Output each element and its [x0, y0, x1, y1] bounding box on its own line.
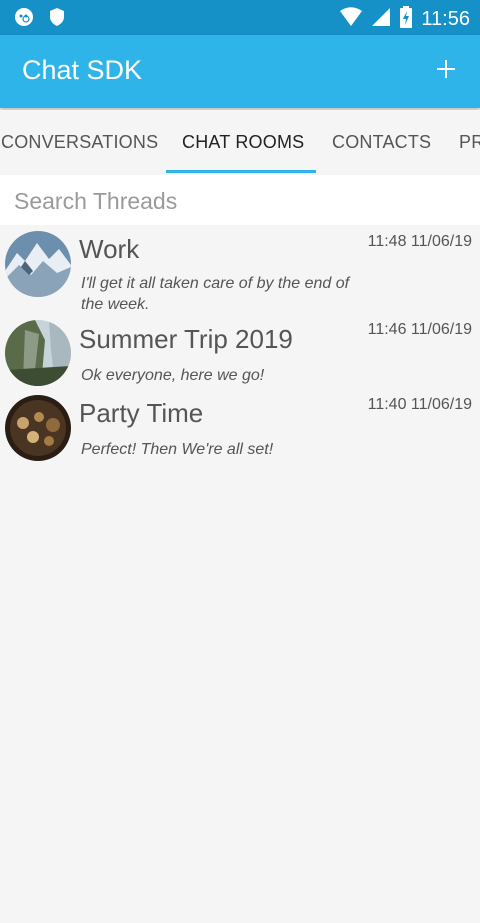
tab-conversations[interactable]: CONVERSATIONS — [1, 132, 158, 153]
thread-time: 11:46 11/06/19 — [367, 321, 472, 338]
thread-avatar-work — [5, 231, 71, 297]
thread-name: Summer Trip 2019 — [79, 324, 293, 354]
thread-last-message: I'll get it all taken care of by the end… — [81, 275, 350, 313]
thread-last-message: Ok everyone, here we go! — [81, 367, 265, 384]
thread-row-party-time[interactable]: Party Time 11:40 11/06/19 Perfect! Then … — [0, 393, 480, 463]
thread-time: 11:40 11/06/19 — [367, 396, 472, 413]
battery-charging-icon — [399, 6, 413, 33]
status-time: 11:56 — [421, 8, 470, 30]
thread-row-work[interactable]: Work 11:48 11/06/19 I'll get it all take… — [0, 229, 480, 315]
wechat-icon — [14, 7, 34, 32]
status-bar: 11:56 — [0, 0, 480, 35]
wifi-icon — [339, 7, 363, 32]
add-button[interactable] — [428, 51, 464, 87]
cell-signal-icon — [371, 7, 391, 32]
app-bar: Chat SDK — [0, 35, 480, 108]
search-bar — [0, 175, 480, 225]
tab-profile[interactable]: PR — [459, 132, 480, 153]
app-title: Chat SDK — [22, 55, 143, 85]
tab-chat-rooms[interactable]: CHAT ROOMS — [182, 132, 304, 153]
tab-contacts[interactable]: CONTACTS — [332, 132, 431, 153]
shield-icon — [48, 7, 66, 32]
search-input[interactable] — [12, 183, 456, 219]
thread-name: Work — [79, 234, 140, 264]
thread-avatar-party-time — [5, 395, 71, 461]
thread-name: Party Time — [79, 398, 204, 428]
tab-indicator — [166, 170, 316, 173]
plus-icon — [437, 60, 455, 78]
tab-bar: CONVERSATIONS CHAT ROOMS CONTACTS PR — [0, 110, 480, 173]
thread-avatar-summer-trip — [5, 320, 71, 386]
thread-row-summer-trip[interactable]: Summer Trip 2019 11:46 11/06/19 Ok every… — [0, 319, 480, 389]
thread-time: 11:48 11/06/19 — [367, 233, 472, 250]
thread-last-message: Perfect! Then We're all set! — [81, 441, 274, 458]
